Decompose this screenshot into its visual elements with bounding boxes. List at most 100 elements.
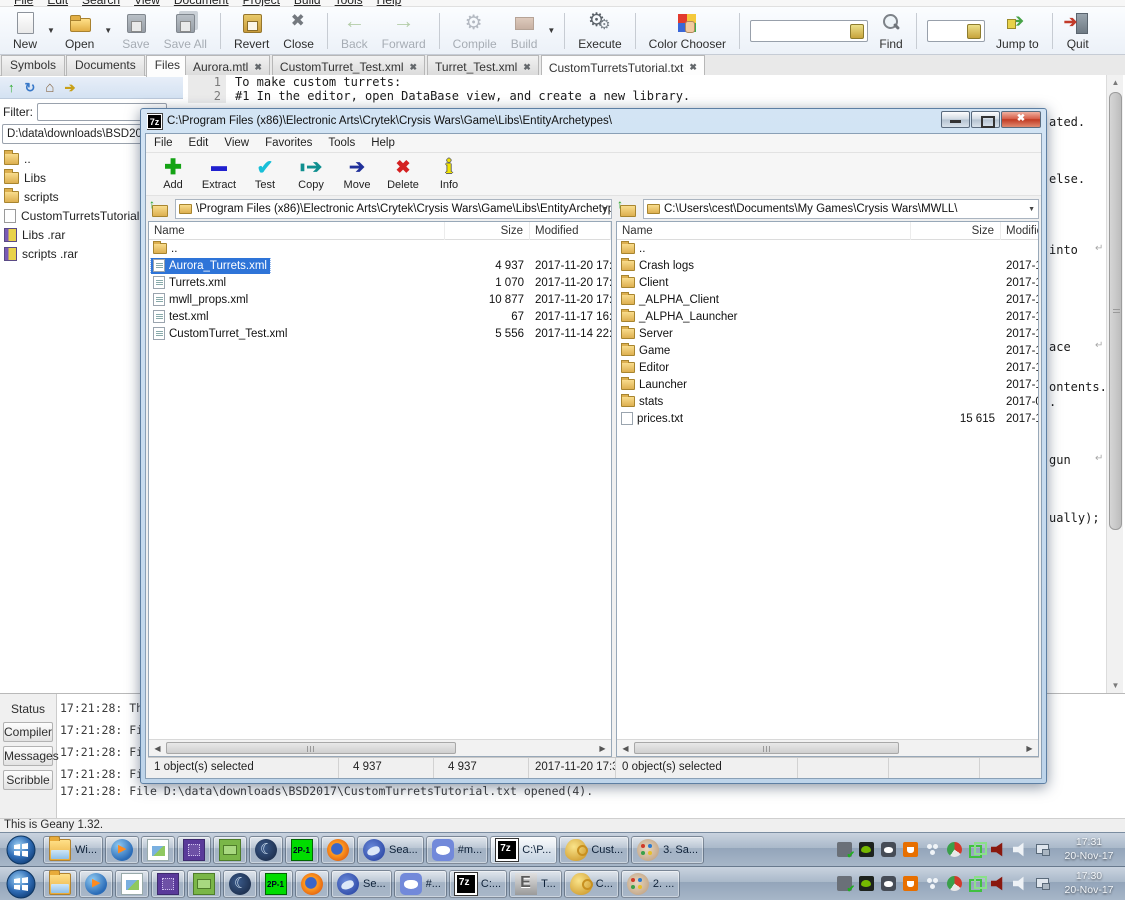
taskbar-app-button[interactable]: 3. Sa... — [631, 836, 704, 864]
file-row[interactable]: Crash logs2017-11 — [617, 257, 1038, 274]
scroll-down-icon[interactable]: ▼ — [1107, 678, 1124, 693]
message-panel-tab[interactable]: Scribble — [3, 770, 53, 790]
up-one-level-button[interactable] — [616, 199, 640, 219]
taskbar-app-button[interactable] — [223, 870, 257, 898]
taskbar-app-button[interactable]: Cust... — [559, 836, 629, 864]
taskbar-clock[interactable]: 17:30 20-Nov-17 — [1057, 870, 1121, 897]
new-button[interactable]: New — [6, 9, 44, 53]
menu-item[interactable]: Favorites — [257, 137, 320, 149]
toolbar-button[interactable]: Test — [242, 155, 288, 191]
tray-icon[interactable] — [837, 842, 852, 857]
file-row[interactable]: prices.txt15 6152017-10 — [617, 410, 1038, 427]
editor-tab[interactable]: CustomTurret_Test.xml — [272, 55, 425, 76]
tray-icon[interactable] — [969, 876, 984, 891]
start-button[interactable] — [0, 833, 42, 867]
close-button[interactable]: Close — [276, 9, 321, 53]
titlebar[interactable]: C:\Program Files (x86)\Electronic Arts\C… — [147, 111, 926, 131]
taskbar-app-button[interactable] — [249, 836, 283, 864]
close-button[interactable] — [1001, 111, 1041, 128]
message-panel-tab[interactable]: Status — [3, 700, 53, 718]
build-dropdown-caret[interactable]: ▼ — [544, 26, 558, 35]
forward-button[interactable]: Forward — [375, 9, 433, 53]
scroll-left-icon[interactable]: ◀ — [618, 741, 633, 756]
taskbar-app-button[interactable] — [295, 870, 329, 898]
taskbar-app-button[interactable] — [259, 870, 293, 898]
scroll-left-icon[interactable]: ◀ — [150, 741, 165, 756]
editor-tab[interactable]: Turret_Test.xml — [427, 55, 539, 76]
search-input[interactable] — [750, 20, 868, 42]
close-tab-icon[interactable] — [689, 62, 697, 73]
menu-item[interactable]: Search — [82, 0, 120, 7]
size-column-header[interactable]: Size — [445, 222, 530, 240]
taskbar-app-button[interactable] — [141, 836, 175, 864]
close-tab-icon[interactable] — [523, 62, 531, 73]
save-all-button[interactable]: Save All — [157, 9, 214, 53]
jump-to-button[interactable]: Jump to — [989, 9, 1046, 53]
scroll-up-icon[interactable]: ▲ — [1107, 75, 1124, 90]
color-chooser-button[interactable]: Color Chooser — [642, 9, 733, 53]
tray-icon[interactable] — [881, 876, 896, 891]
tray-icon[interactable] — [947, 876, 962, 891]
sidebar-tab[interactable]: Symbols — [1, 55, 65, 76]
up-icon[interactable]: ↑ — [8, 81, 15, 94]
tray-icon[interactable] — [947, 842, 962, 857]
taskbar-app-button[interactable] — [187, 870, 221, 898]
taskbar-app-button[interactable]: 2. ... — [621, 870, 680, 898]
file-row[interactable]: Editor2017-10 — [617, 359, 1038, 376]
minimize-button[interactable] — [941, 111, 970, 128]
editor-tab[interactable]: CustomTurretsTutorial.txt — [541, 55, 705, 77]
sevenzip-window[interactable]: C:\Program Files (x86)\Electronic Arts\C… — [140, 108, 1047, 784]
up-one-level-button[interactable] — [148, 199, 172, 219]
menu-item[interactable]: Document — [174, 0, 229, 7]
tray-icon[interactable] — [1013, 876, 1028, 891]
home-icon[interactable]: ⌂ — [45, 80, 54, 95]
taskbar-app-button[interactable]: #... — [394, 870, 447, 898]
scroll-right-icon[interactable]: ▶ — [595, 741, 610, 756]
menu-item[interactable]: File — [14, 0, 33, 7]
toolbar-button[interactable]: Copy — [288, 155, 334, 191]
taskbar-app-button[interactable]: Se... — [331, 870, 392, 898]
save-button[interactable]: Save — [115, 9, 156, 53]
menu-item[interactable]: File — [146, 137, 181, 149]
start-button[interactable] — [0, 867, 42, 901]
menu-item[interactable]: Tools — [335, 0, 363, 7]
menu-item[interactable]: View — [134, 0, 160, 7]
close-tab-icon[interactable] — [254, 62, 262, 73]
name-column-header[interactable]: Name — [617, 222, 911, 240]
tray-icon[interactable] — [1035, 842, 1050, 857]
menu-item[interactable]: Build — [294, 0, 321, 7]
file-row[interactable]: Aurora_Turrets.xml4 9372017-11-20 17: — [149, 257, 611, 274]
tray-icon[interactable] — [903, 876, 918, 891]
file-row[interactable]: _ALPHA_Client2017-10 — [617, 291, 1038, 308]
menu-item[interactable]: Help — [363, 137, 403, 149]
tray-icon[interactable] — [991, 842, 1006, 857]
open-dropdown-caret[interactable]: ▼ — [101, 26, 115, 35]
taskbar-app-button[interactable]: Wi... — [43, 836, 103, 864]
scroll-right-icon[interactable]: ▶ — [1022, 741, 1037, 756]
taskbar-app-button[interactable] — [79, 870, 113, 898]
back-button[interactable]: Back — [334, 9, 375, 53]
file-row[interactable]: test.xml672017-11-17 16: — [149, 308, 611, 325]
file-row[interactable]: Turrets.xml1 0702017-11-20 17: — [149, 274, 611, 291]
menu-item[interactable]: Edit — [47, 0, 68, 7]
message-panel-tab[interactable]: Compiler — [3, 722, 53, 742]
toolbar-button[interactable]: Extract — [196, 155, 242, 191]
revert-button[interactable]: Revert — [227, 9, 276, 53]
sidebar-tab[interactable]: Documents — [66, 55, 145, 76]
editor-vertical-scrollbar[interactable]: ▲ ▼ — [1106, 75, 1123, 693]
tray-icon[interactable] — [1013, 842, 1028, 857]
scrollbar-thumb[interactable] — [1109, 92, 1122, 530]
file-row[interactable]: stats2017-04 — [617, 393, 1038, 410]
tray-icon[interactable] — [859, 842, 874, 857]
message-panel-tab[interactable]: Messages — [3, 746, 53, 766]
menu-item[interactable]: Edit — [181, 137, 217, 149]
file-row[interactable]: _ALPHA_Launcher2017-10 — [617, 308, 1038, 325]
file-row[interactable]: Game2017-10 — [617, 342, 1038, 359]
go-icon[interactable]: ➔ — [64, 81, 75, 94]
maximize-button[interactable] — [971, 111, 1000, 128]
file-row[interactable]: .. — [617, 240, 1038, 257]
menu-item[interactable]: Project — [243, 0, 280, 7]
right-path-combo[interactable]: C:\Users\cest\Documents\My Games\Crysis … — [643, 199, 1039, 219]
menu-item[interactable]: View — [216, 137, 257, 149]
menu-item[interactable]: Help — [377, 0, 402, 7]
